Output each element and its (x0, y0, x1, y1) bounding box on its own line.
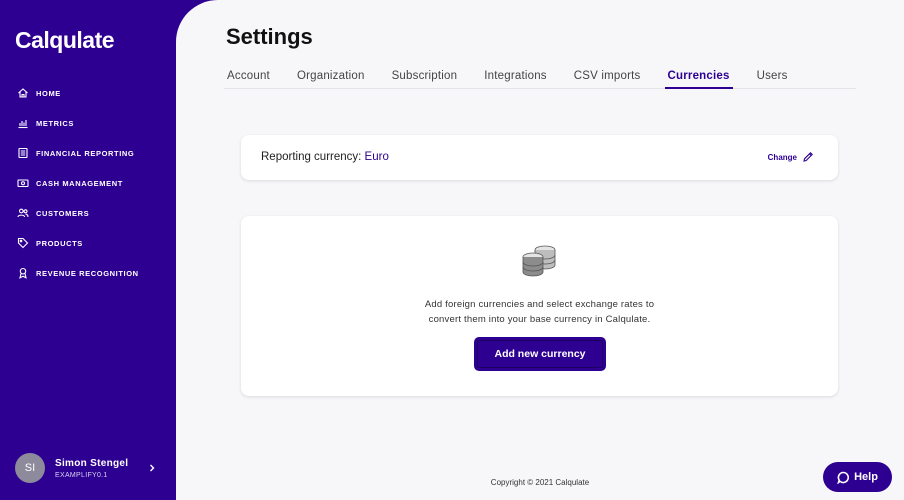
currencies-card: Add foreign currencies and select exchan… (241, 216, 838, 396)
sidebar-item-label: METRICS (36, 118, 74, 128)
tab-currencies[interactable]: Currencies (664, 62, 733, 89)
settings-tabs: Account Organization Subscription Integr… (224, 62, 856, 89)
tab-integrations[interactable]: Integrations (481, 62, 550, 89)
sidebar-nav: HOME METRICS FINANCIAL REPORTING CASH MA… (0, 78, 176, 288)
help-label: Help (854, 471, 878, 483)
reporting-currency-label: Reporting currency: (261, 151, 365, 163)
change-currency-button[interactable]: Change (768, 151, 814, 163)
chat-bubble-icon (837, 471, 850, 484)
sidebar-item-customers[interactable]: CUSTOMERS (0, 198, 176, 228)
user-name: Simon Stengel (55, 457, 129, 469)
user-menu[interactable]: SI Simon Stengel EXAMPLIFY0.1 (15, 453, 165, 483)
sidebar-item-label: PRODUCTS (36, 238, 83, 248)
sidebar-item-home[interactable]: HOME (0, 78, 176, 108)
sidebar-item-label: CUSTOMERS (36, 208, 90, 218)
add-new-currency-button[interactable]: Add new currency (474, 337, 606, 371)
sidebar-item-financial-reporting[interactable]: FINANCIAL REPORTING (0, 138, 176, 168)
pencil-icon (803, 152, 813, 162)
tab-csv-imports[interactable]: CSV imports (571, 62, 644, 89)
change-label: Change (767, 152, 797, 162)
sidebar-item-metrics[interactable]: METRICS (0, 108, 176, 138)
user-organization: EXAMPLIFY0.1 (55, 471, 108, 479)
avatar: SI (15, 453, 45, 483)
sidebar-item-cash-management[interactable]: CASH MANAGEMENT (0, 168, 176, 198)
tab-organization[interactable]: Organization (294, 62, 368, 89)
document-icon (17, 147, 29, 159)
sidebar-item-revenue-recognition[interactable]: REVENUE RECOGNITION (0, 258, 176, 288)
users-icon (17, 207, 29, 219)
chevron-right-icon (150, 464, 155, 472)
award-icon (17, 267, 29, 279)
description-line: convert them into your base currency in … (428, 314, 651, 325)
app-logo[interactable]: Calqulate (15, 27, 115, 54)
cash-icon (17, 177, 29, 189)
bar-chart-icon (17, 117, 29, 129)
tab-users[interactable]: Users (754, 62, 791, 89)
help-button[interactable]: Help (823, 462, 892, 492)
sidebar-item-label: HOME (36, 88, 61, 98)
tab-account[interactable]: Account (224, 62, 273, 89)
description-line: Add foreign currencies and select exchan… (424, 299, 655, 310)
main-content: Settings Account Organization Subscripti… (176, 0, 904, 500)
page-title: Settings (226, 24, 313, 49)
sidebar-item-label: REVENUE RECOGNITION (36, 268, 139, 278)
sidebar-item-label: CASH MANAGEMENT (36, 178, 123, 188)
coins-icon (522, 245, 556, 277)
home-icon (17, 87, 29, 99)
reporting-currency-card: Reporting currency: Euro Change (241, 135, 838, 180)
reporting-currency-row: Reporting currency: Euro (261, 151, 389, 163)
currencies-description: Add foreign currencies and select exchan… (241, 297, 838, 327)
tag-icon (17, 237, 29, 249)
sidebar: Calqulate HOME METRICS FINANCIAL REPORTI… (0, 0, 176, 500)
footer-copyright: Copyright © 2021 Calqulate (490, 478, 590, 487)
tab-subscription[interactable]: Subscription (389, 62, 461, 89)
sidebar-item-label: FINANCIAL REPORTING (36, 148, 135, 158)
reporting-currency-value: Euro (364, 151, 389, 163)
sidebar-item-products[interactable]: PRODUCTS (0, 228, 176, 258)
